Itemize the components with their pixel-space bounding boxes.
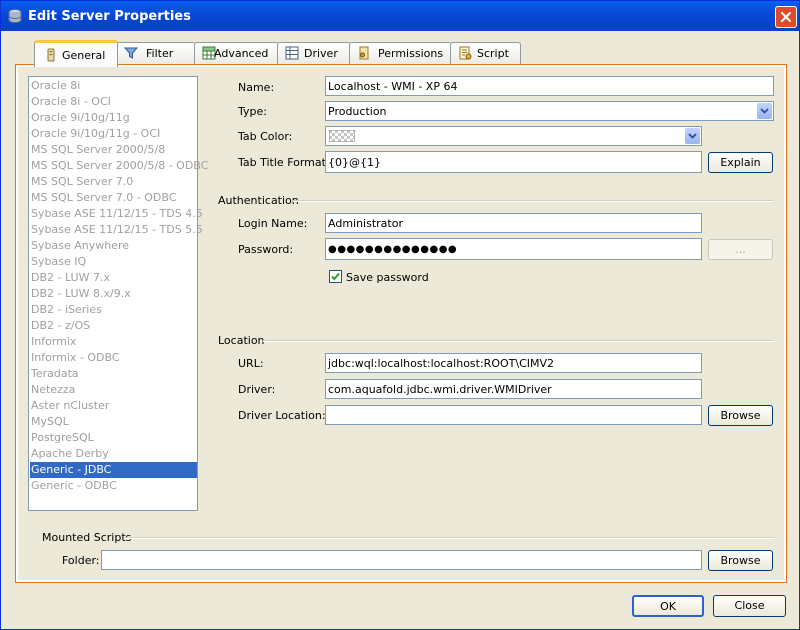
server-list-item[interactable]: MS SQL Server 2000/5/8 - ODBC — [30, 158, 208, 174]
transparent-swatch-icon — [329, 130, 355, 142]
driver-icon — [285, 46, 299, 60]
checkmark-icon — [331, 272, 340, 281]
login-name-input[interactable]: Administrator — [325, 213, 702, 233]
folder-input[interactable] — [101, 550, 702, 570]
type-select[interactable]: Production — [325, 101, 774, 121]
server-list-item[interactable]: Oracle 8i — [30, 78, 197, 94]
chevron-down-icon — [688, 133, 697, 139]
title-bar[interactable]: Edit Server Properties — [1, 1, 799, 31]
server-list-item[interactable]: Aster nCluster — [30, 398, 197, 414]
server-list-item[interactable]: Informix — [30, 334, 197, 350]
explain-button[interactable]: Explain — [708, 152, 773, 173]
server-list-item[interactable]: Teradata — [30, 366, 197, 382]
driver-input[interactable]: com.aquafold.jdbc.wmi.driver.WMIDriver — [325, 379, 702, 399]
server-list-item[interactable]: Netezza — [30, 382, 197, 398]
location-divider — [263, 340, 774, 342]
server-list-item[interactable]: MS SQL Server 7.0 - ODBC — [30, 190, 197, 206]
filter-icon — [124, 47, 138, 59]
login-name-label: Login Name: — [238, 217, 308, 230]
server-list-item[interactable]: Sybase IQ — [30, 254, 197, 270]
driver-location-label: Driver Location: — [238, 409, 326, 422]
server-list-item[interactable]: MySQL — [30, 414, 197, 430]
password-label: Password: — [238, 243, 294, 256]
server-type-list[interactable]: Oracle 8i Oracle 8i - OCI Oracle 9i/10g/11… — [28, 76, 208, 511]
edit-server-dialog: Edit Server Properties General Filter Ad… — [0, 0, 800, 630]
authentication-heading: Authentication — [218, 194, 299, 207]
tab-color-dropdown-button[interactable] — [685, 128, 700, 144]
tab-color-select[interactable] — [325, 126, 702, 146]
close-icon — [780, 11, 792, 23]
server-list-item[interactable]: Oracle 9i/10g/11g - OCI — [30, 126, 197, 142]
script-icon — [459, 46, 472, 60]
window-close-button[interactable] — [775, 6, 797, 28]
ok-button[interactable]: OK — [632, 595, 704, 617]
name-input[interactable]: Localhost - WMI - XP 64 — [325, 76, 774, 96]
server-list-item[interactable]: Informix - ODBC — [30, 350, 197, 366]
tab-filter[interactable]: Filter — [116, 42, 196, 64]
server-list-item[interactable]: DB2 - LUW 7.x — [30, 270, 197, 286]
server-list-item[interactable]: Apache Derby — [30, 446, 197, 462]
server-list-item[interactable]: Sybase Anywhere — [30, 238, 197, 254]
server-list-item[interactable]: Sybase ASE 11/12/15 - TDS 4.5 — [30, 206, 203, 222]
server-list-item[interactable]: DB2 - LUW 8.x/9.x — [30, 286, 197, 302]
mounted-scripts-divider — [124, 537, 774, 539]
folder-label: Folder: — [62, 554, 100, 567]
tab-script[interactable]: Script — [450, 42, 521, 64]
type-label: Type: — [238, 105, 267, 118]
save-password-label: Save password — [346, 271, 429, 284]
server-list-item[interactable]: Oracle 8i - OCI — [30, 94, 197, 110]
tab-color-label: Tab Color: — [238, 130, 293, 143]
driver-location-input[interactable] — [325, 405, 702, 425]
url-label: URL: — [238, 357, 264, 370]
authentication-divider — [293, 200, 774, 202]
tab-advanced-label: Advanced — [214, 47, 269, 60]
permissions-icon — [359, 46, 369, 60]
server-list-item[interactable]: PostgreSQL — [30, 430, 197, 446]
chevron-down-icon — [760, 108, 769, 114]
password-input[interactable]: ●●●●●●●●●●●●●● — [325, 238, 702, 260]
driver-label: Driver: — [238, 383, 276, 396]
mounted-scripts-heading: Mounted Scripts — [42, 531, 132, 544]
tab-general-label: General — [62, 49, 106, 62]
server-list-item[interactable]: DB2 - z/OS — [30, 318, 197, 334]
folder-browse-button[interactable]: Browse — [708, 550, 773, 571]
tab-general[interactable]: General — [34, 40, 118, 67]
server-app-icon — [8, 9, 22, 24]
server-list-item[interactable]: Sybase ASE 11/12/15 - TDS 5.5 — [30, 222, 203, 238]
tab-driver[interactable]: Driver — [277, 42, 351, 64]
location-heading: Location — [218, 334, 265, 347]
password-ellipsis-button[interactable]: ... — [708, 239, 773, 260]
tab-permissions[interactable]: Permissions — [349, 42, 452, 64]
server-list-item[interactable]: Generic - ODBC — [30, 478, 197, 494]
tab-title-format-input[interactable]: {0}@{1} — [325, 151, 702, 173]
tab-driver-label: Driver — [304, 47, 338, 60]
save-password-checkbox[interactable] — [329, 270, 342, 283]
tab-filter-label: Filter — [146, 47, 174, 60]
server-list-item[interactable]: Generic - JDBC — [30, 462, 197, 478]
tab-script-label: Script — [477, 47, 509, 60]
tab-advanced[interactable]: Advanced — [194, 42, 279, 64]
server-list-item[interactable]: Oracle 9i/10g/11g — [30, 110, 197, 126]
window-title: Edit Server Properties — [28, 9, 191, 24]
type-dropdown-button[interactable] — [757, 103, 772, 119]
server-list-item[interactable]: MS SQL Server 7.0 — [30, 174, 197, 190]
server-list-item[interactable]: DB2 - iSeries — [30, 302, 197, 318]
tab-permissions-label: Permissions — [378, 47, 444, 60]
close-button[interactable]: Close — [713, 595, 786, 617]
general-icon — [47, 48, 55, 62]
name-label: Name: — [238, 81, 275, 94]
url-input[interactable]: jdbc:wql:localhost:localhost:ROOT\CIMV2 — [325, 353, 702, 373]
tab-title-format-label: Tab Title Format: — [238, 156, 330, 169]
driver-location-browse-button[interactable]: Browse — [708, 405, 773, 426]
type-value: Production — [328, 105, 387, 118]
server-list-item[interactable]: MS SQL Server 2000/5/8 — [30, 142, 197, 158]
